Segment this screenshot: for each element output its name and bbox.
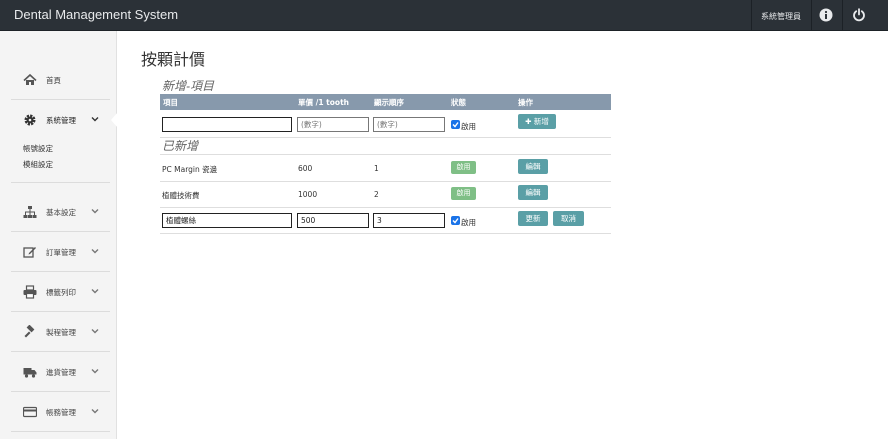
sidebar-item-label: 帳務管理 (46, 408, 76, 417)
sidebar-divider (11, 182, 110, 183)
row-price: 600 (298, 164, 313, 173)
status-badge: 啟用 (451, 161, 476, 174)
column-header-price: 單價 /1 tooth (298, 98, 349, 107)
sidebar-item-label: 首頁 (46, 76, 61, 85)
active-indicator (111, 112, 118, 128)
edit-order-input[interactable] (373, 213, 445, 228)
row-divider (160, 181, 611, 182)
edit-button[interactable]: 編輯 (518, 159, 548, 174)
navbar-divider (811, 0, 812, 31)
sidebar-item-label: 訂單管理 (46, 248, 76, 257)
column-header-item: 項目 (163, 98, 178, 107)
new-enable-checkbox[interactable] (451, 120, 460, 129)
sidebar-item-label: 系統管理 (46, 116, 76, 125)
gear-icon (24, 114, 36, 126)
check-icon (452, 122, 459, 128)
add-button[interactable]: ✚ 新增 (518, 114, 556, 129)
sidebar-item-label: 製程管理 (46, 328, 76, 337)
page-title: 按顆計價 (141, 52, 206, 69)
row-divider (160, 207, 611, 208)
chevron-down-icon (91, 369, 99, 374)
edit-price-input[interactable] (297, 213, 369, 228)
truck-icon (23, 368, 37, 378)
edit-enable-label: 啟用 (461, 218, 476, 227)
sidebar-item-accounting[interactable]: 帳務管理 (11, 392, 110, 432)
edit-enable-checkbox[interactable] (451, 216, 460, 225)
row-divider (160, 137, 611, 138)
new-price-input[interactable] (297, 117, 369, 132)
chevron-down-icon (91, 329, 99, 334)
top-navbar: Dental Management System 系統管理員 (0, 0, 888, 31)
sidebar-item-orders[interactable]: 訂單管理 (11, 232, 110, 272)
row-divider (160, 233, 611, 234)
edit-item-input[interactable] (162, 213, 292, 228)
plus-icon: ✚ (525, 117, 532, 126)
column-header-status: 狀態 (451, 98, 466, 107)
update-button[interactable]: 更新 (518, 211, 548, 226)
hammer-icon (24, 325, 35, 338)
power-icon[interactable] (852, 8, 866, 22)
sidebar-item-label-print[interactable]: 標籤列印 (11, 272, 110, 312)
brand-title[interactable]: Dental Management System (14, 7, 178, 22)
navbar-divider (751, 0, 752, 31)
section-title-added: 已新增 (162, 139, 199, 153)
edit-button[interactable]: 編輯 (518, 185, 548, 200)
sidebar-item-process[interactable]: 製程管理 (11, 312, 110, 352)
row-order: 1 (374, 164, 379, 173)
sidebar-item-system[interactable]: 系統管理 (11, 100, 110, 140)
home-icon (23, 73, 37, 85)
row-item: 植體技術費 (162, 191, 200, 200)
table-header: 項目 單價 /1 tooth 顯示順序 狀態 操作 (160, 94, 611, 110)
chevron-down-icon (91, 409, 99, 414)
sidebar-item-home[interactable]: 首頁 (11, 60, 110, 100)
status-badge: 啟用 (451, 187, 476, 200)
section-title-new: 新增-項目 (162, 79, 214, 93)
sidebar-subitem-module[interactable]: 模組設定 (23, 159, 53, 170)
info-icon[interactable] (819, 8, 833, 22)
chevron-down-icon (91, 249, 99, 254)
column-header-actions: 操作 (518, 98, 533, 107)
chevron-down-icon (91, 209, 99, 214)
row-item: PC Margin 瓷邊 (162, 165, 218, 174)
printer-icon (23, 285, 37, 299)
user-menu[interactable]: 系統管理員 (761, 11, 801, 22)
navbar-divider (842, 0, 843, 31)
cancel-button[interactable]: 取消 (553, 211, 584, 226)
row-order: 2 (374, 190, 379, 199)
sidebar-item-label: 基本設定 (46, 208, 76, 217)
new-order-input[interactable] (373, 117, 445, 132)
new-enable-label: 啟用 (461, 122, 476, 131)
check-icon (452, 218, 459, 224)
sitemap-icon (23, 206, 37, 218)
sidebar-item-label: 標籤列印 (46, 288, 76, 297)
chevron-down-icon (91, 289, 99, 294)
row-divider (160, 154, 611, 155)
column-header-order: 顯示順序 (374, 98, 404, 107)
edit-icon (23, 247, 36, 258)
new-item-input[interactable] (162, 117, 292, 132)
sidebar-subitem-account[interactable]: 帳號設定 (23, 143, 53, 154)
chevron-down-icon (91, 117, 99, 122)
add-button-label: 新增 (533, 117, 549, 126)
sidebar-item-basic-settings[interactable]: 基本設定 (11, 192, 110, 232)
credit-card-icon (23, 406, 37, 418)
sidebar-item-purchasing[interactable]: 進貨管理 (11, 352, 110, 392)
row-price: 1000 (298, 190, 318, 199)
sidebar-item-label: 進貨管理 (46, 368, 76, 377)
